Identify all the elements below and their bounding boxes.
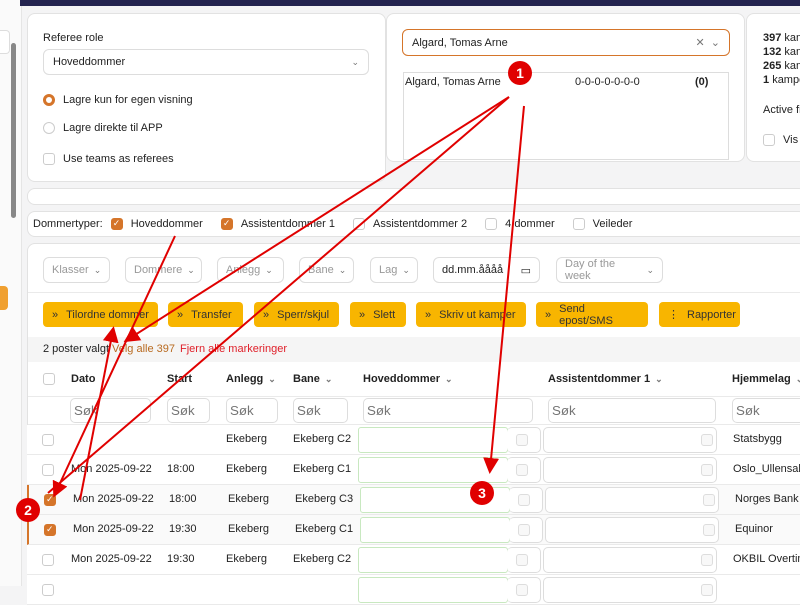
annotation-badge-2: 2	[16, 498, 40, 522]
annotation-badge-3: 3	[470, 481, 494, 505]
annotation-badge-1: 1	[508, 61, 532, 85]
annotation-overlay	[47, 96, 525, 501]
annotation-arrow	[47, 96, 510, 494]
annotation-arrow	[79, 326, 119, 501]
annotation-arrow	[123, 96, 510, 343]
annotation-arrow	[483, 105, 525, 474]
annotation-arrow	[52, 235, 176, 498]
